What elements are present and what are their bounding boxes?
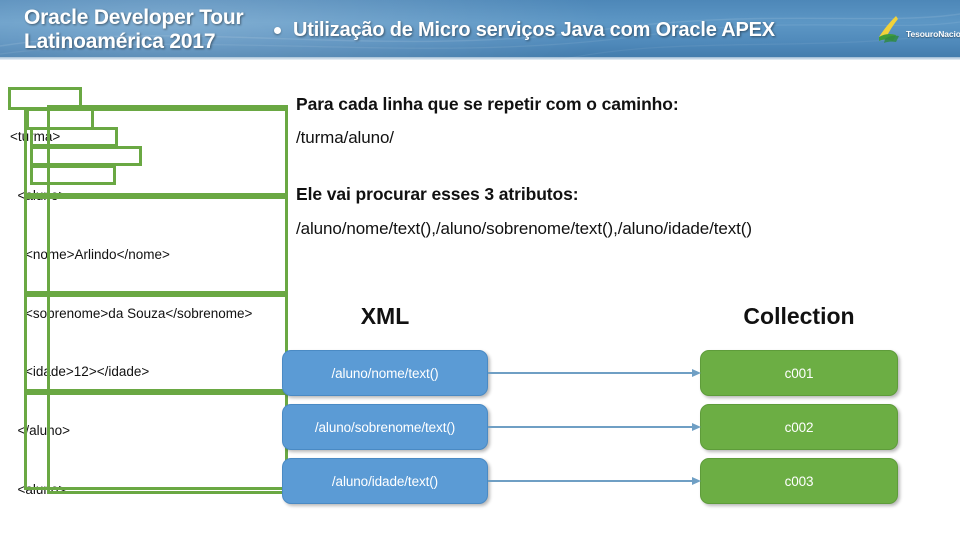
- code-line: </aluno>: [10, 423, 71, 439]
- talk-subtitle: Utilização de Micro serviços Java com Or…: [293, 19, 775, 41]
- explanation-heading-1: Para cada linha que se repetir com o cam…: [296, 94, 679, 114]
- mapping-arrow: [488, 422, 702, 432]
- mapping-arrow: [488, 476, 702, 486]
- code-line: <aluno>: [10, 187, 67, 203]
- slide-root: Oracle Developer Tour Latinoamérica 2017…: [0, 0, 960, 540]
- code-line: <aluno>: [10, 481, 67, 497]
- code-line: <idade>12></idade>: [10, 364, 150, 380]
- explanation-path-1: /turma/aluno/: [296, 128, 394, 147]
- collection-label: c001: [784, 365, 814, 381]
- collection-label: c002: [784, 419, 814, 435]
- code-line: <sobrenome>da Souza</sobrenome>: [10, 305, 253, 321]
- presentation-header-banner: Oracle Developer Tour Latinoamérica 2017…: [0, 0, 960, 60]
- explanation-heading-2: Ele vai procurar esses 3 atributos:: [296, 184, 579, 204]
- code-line: <turma>: [10, 129, 61, 145]
- xml-path-label: /aluno/nome/text(): [331, 365, 439, 381]
- xml-path-node[interactable]: /aluno/idade/text(): [282, 458, 488, 504]
- xml-source-code: <turma> <aluno> <nome>Arlindo</nome> <so…: [10, 88, 292, 540]
- collection-label: c003: [784, 473, 814, 489]
- collection-node[interactable]: c003: [700, 458, 898, 504]
- xml-path-label: /aluno/sobrenome/text(): [314, 419, 456, 435]
- collection-column-heading: Collection: [743, 303, 855, 329]
- mapping-arrow: [488, 368, 702, 378]
- tesouro-nacional-wordmark: TesouroNacional: [906, 29, 960, 39]
- xml-path-label: /aluno/idade/text(): [331, 473, 439, 489]
- collection-node[interactable]: c002: [700, 404, 898, 450]
- bullet-dot-icon: [274, 27, 281, 34]
- code-line: <nome>Arlindo</nome>: [10, 246, 170, 262]
- collection-node[interactable]: c001: [700, 350, 898, 396]
- xml-path-node[interactable]: /aluno/nome/text(): [282, 350, 488, 396]
- xml-column-heading: XML: [360, 303, 410, 329]
- explanation-path-2: /aluno/nome/text(),/aluno/sobrenome/text…: [296, 219, 752, 238]
- xml-path-node[interactable]: /aluno/sobrenome/text(): [282, 404, 488, 450]
